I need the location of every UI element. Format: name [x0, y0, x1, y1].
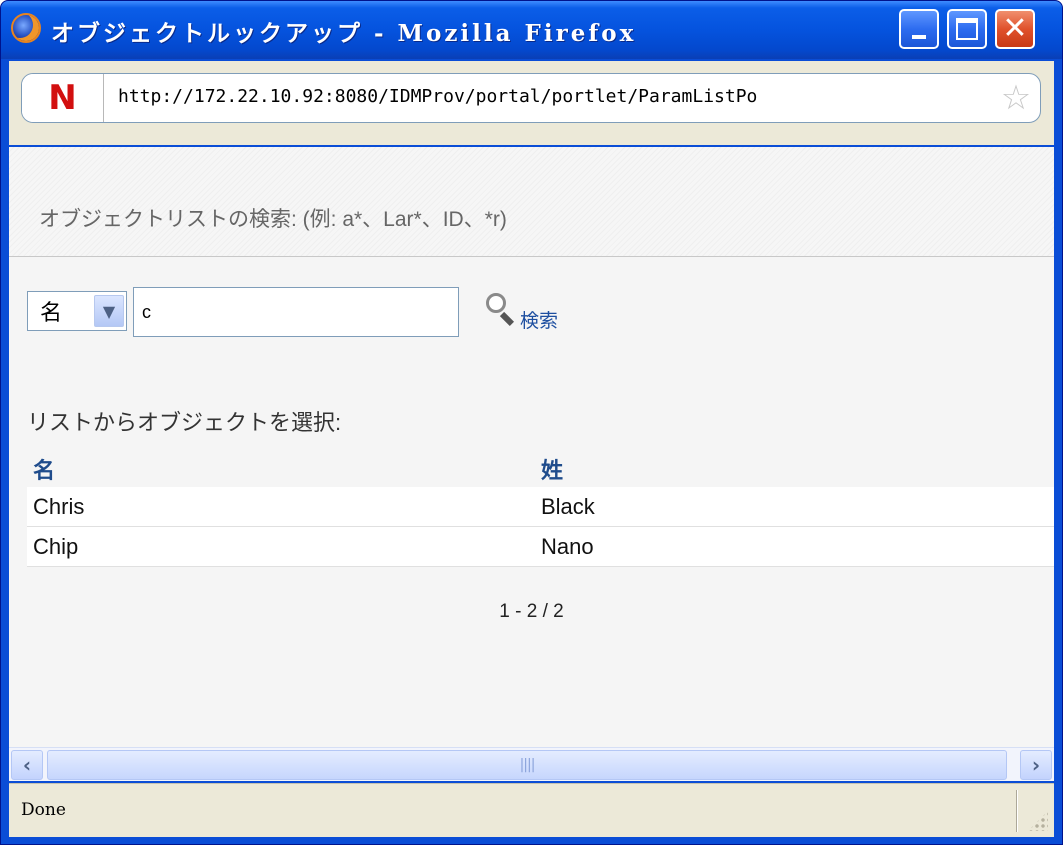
scrollbar-thumb[interactable]: ||||	[47, 750, 1007, 780]
chevron-down-icon[interactable]: ▼	[94, 295, 124, 327]
address-bar-area: N http://172.22.10.92:8080/IDMProv/porta…	[9, 61, 1054, 145]
search-field-value: 名	[40, 301, 63, 326]
column-header-last-name[interactable]: 姓	[539, 453, 1054, 485]
search-icon	[484, 293, 518, 327]
resize-grip-icon[interactable]	[1028, 811, 1048, 831]
bookmark-star-icon[interactable]: ☆	[998, 80, 1034, 116]
search-hint-text: オブジェクトリストの検索: (例: a*、Lar*、ID、*r)	[39, 208, 507, 231]
search-field-select[interactable]: 名 ▼	[27, 291, 127, 331]
browser-window: オブジェクトルックアップ - Mozilla Firefox ✕ N http:…	[0, 0, 1063, 845]
firefox-icon	[11, 13, 41, 43]
column-header-first-name[interactable]: 名	[27, 453, 539, 485]
search-button-label: 検索	[520, 310, 559, 332]
url-text[interactable]: http://172.22.10.92:8080/IDMProv/portal/…	[118, 86, 757, 107]
novell-n-icon: N	[48, 78, 77, 118]
chevron-right-icon: ›	[1031, 753, 1041, 777]
cell-first-name: Chris	[33, 493, 85, 519]
maximize-button[interactable]	[947, 9, 987, 49]
horizontal-scrollbar[interactable]: ‹ |||| ›	[9, 747, 1054, 781]
minimize-icon	[912, 35, 926, 39]
page-content: オブジェクトリストの検索: (例: a*、Lar*、ID、*r) 名 ▼ 検索 …	[9, 147, 1054, 747]
chevron-left-icon: ‹	[22, 753, 32, 777]
address-bar[interactable]: N http://172.22.10.92:8080/IDMProv/porta…	[21, 73, 1041, 123]
search-header-panel: オブジェクトリストの検索: (例: a*、Lar*、ID、*r)	[9, 147, 1054, 257]
status-bar: Done	[9, 783, 1054, 837]
pagination-info: 1 - 2 / 2	[499, 601, 564, 622]
table-row[interactable]: Chip Nano	[27, 527, 1054, 567]
search-button[interactable]: 検索	[484, 293, 558, 332]
close-icon: ✕	[1002, 11, 1028, 46]
cell-last-name: Nano	[541, 533, 594, 559]
title-bar[interactable]: オブジェクトルックアップ - Mozilla Firefox ✕	[1, 1, 1062, 59]
results-table: 名 姓 Chris Black Chip Nano	[27, 451, 1054, 567]
status-text: Done	[21, 800, 66, 820]
cell-first-name: Chip	[33, 533, 79, 559]
window-title: オブジェクトルックアップ - Mozilla Firefox	[51, 20, 637, 47]
cell-last-name: Black	[541, 493, 595, 519]
scroll-right-button[interactable]: ›	[1020, 750, 1052, 780]
close-button[interactable]: ✕	[995, 9, 1035, 49]
site-identity-button[interactable]: N	[22, 74, 104, 122]
table-row[interactable]: Chris Black	[27, 487, 1054, 527]
minimize-button[interactable]	[899, 9, 939, 49]
scroll-left-button[interactable]: ‹	[11, 750, 43, 780]
search-input[interactable]	[133, 287, 459, 337]
result-list-heading: リストからオブジェクトを選択:	[27, 410, 342, 435]
status-divider	[1016, 790, 1018, 832]
grip-icon: ||||	[519, 757, 536, 773]
maximize-icon	[956, 18, 978, 40]
table-header: 名 姓	[27, 451, 1054, 487]
